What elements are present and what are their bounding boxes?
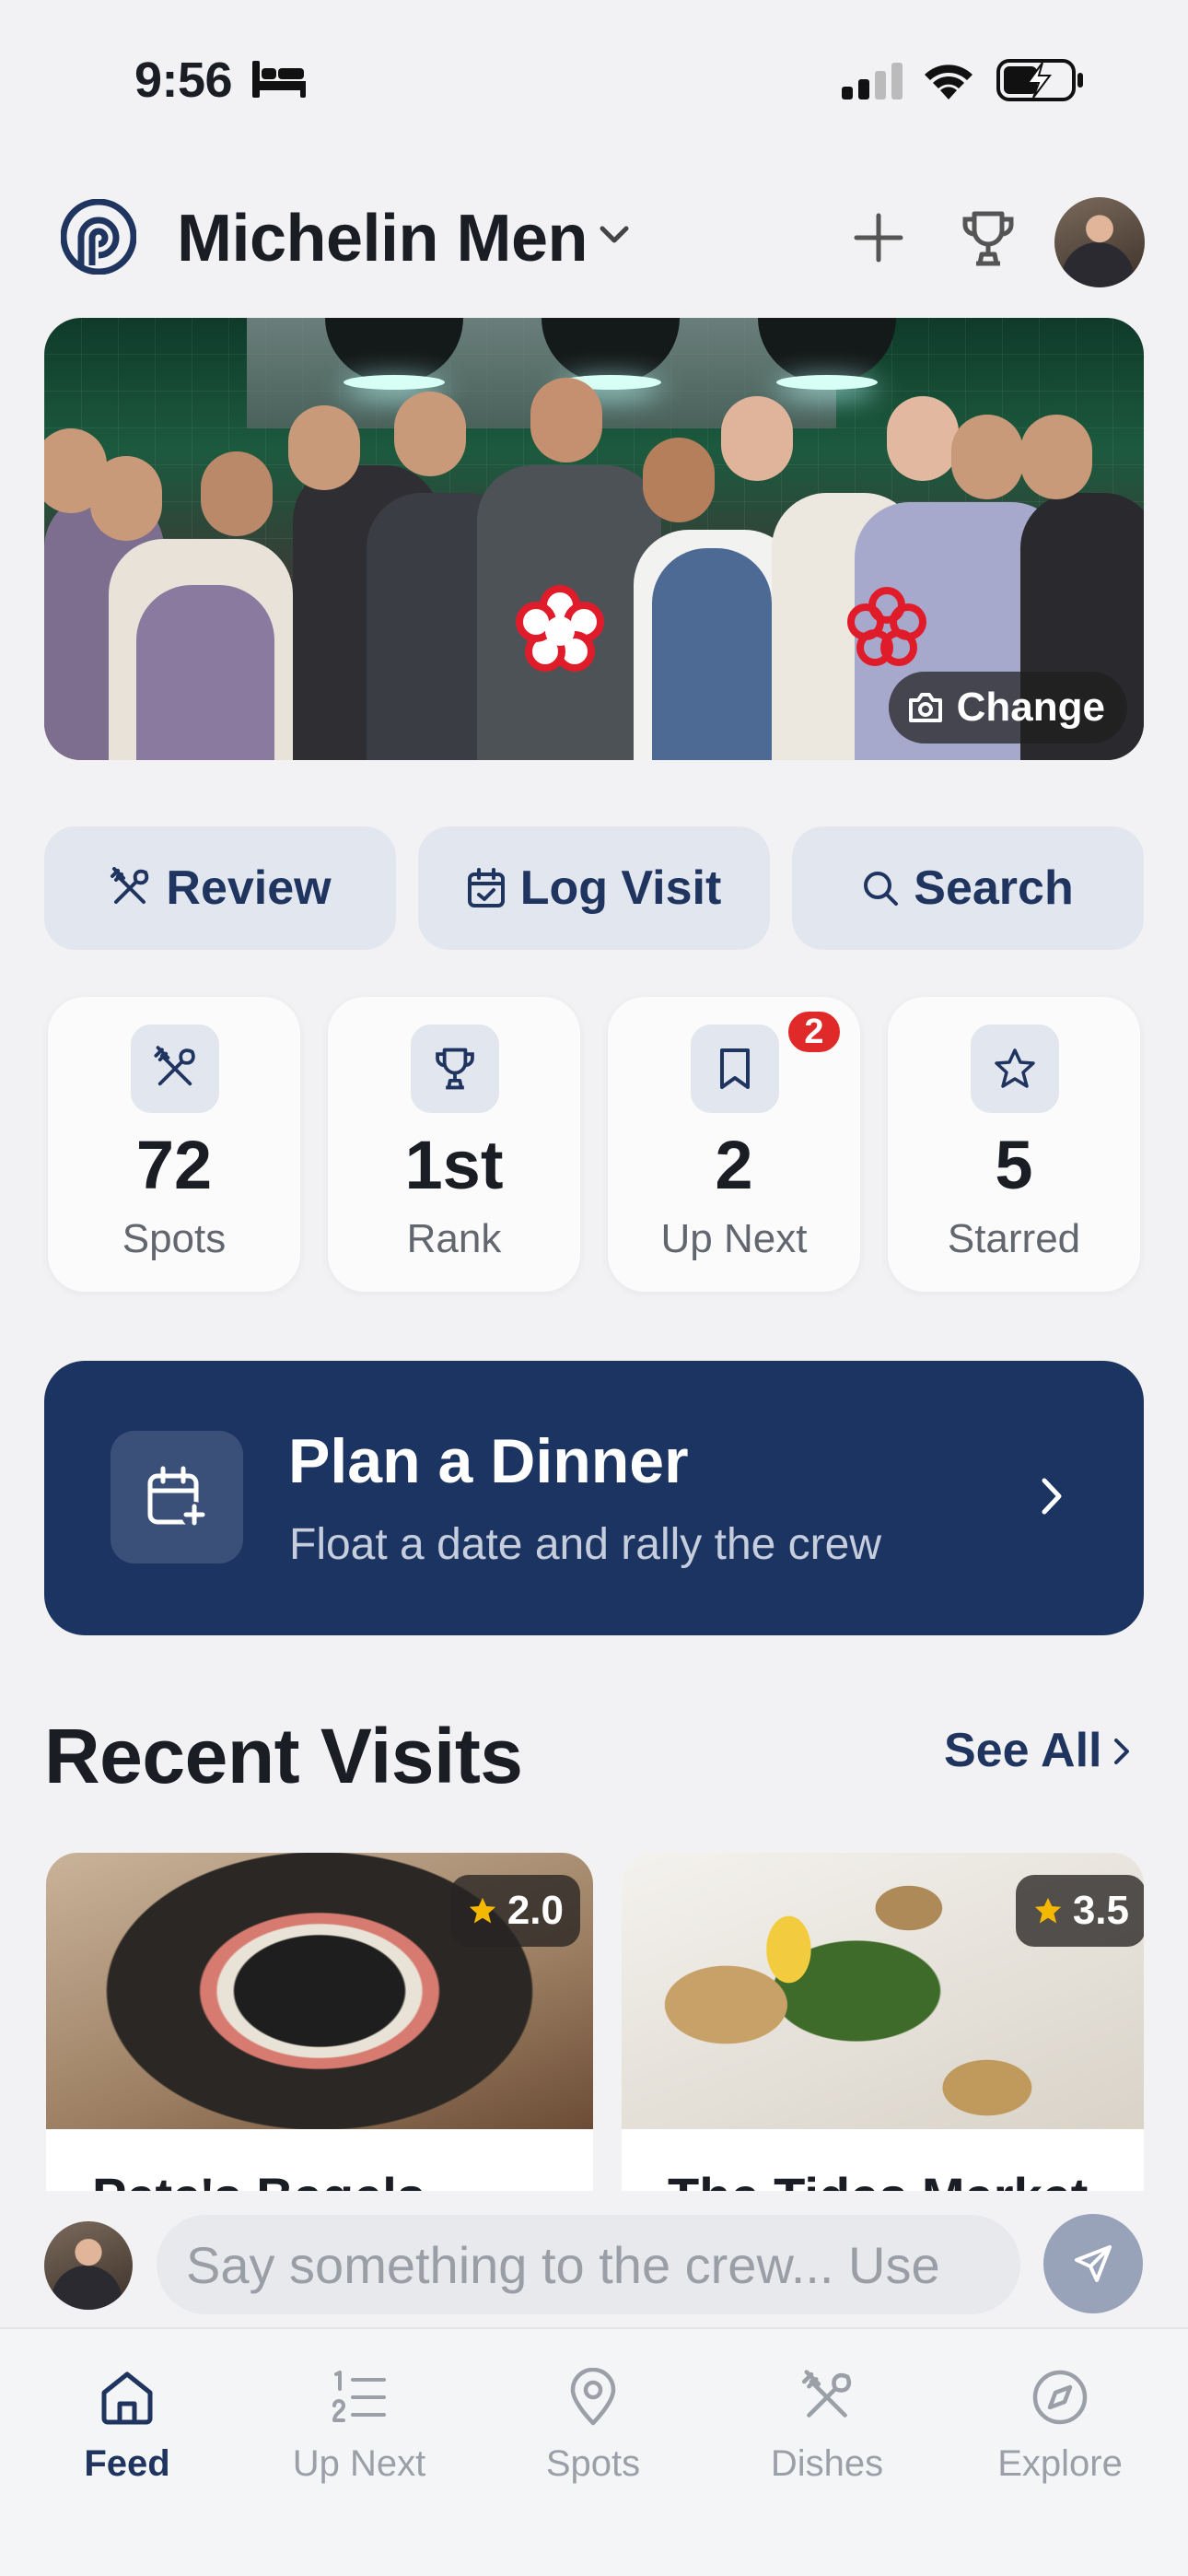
stat-value: 1st [404, 1127, 504, 1203]
group-cover-photo: Change [44, 318, 1144, 760]
star-icon [469, 1897, 495, 1924]
visit-card[interactable]: 2.0 Pete's Bagels [46, 1853, 593, 2203]
map-pin-icon [570, 2368, 616, 2426]
search-button[interactable]: Search [792, 826, 1144, 950]
tab-feed[interactable]: Feed [35, 2360, 219, 2485]
trophy-icon [436, 1048, 474, 1090]
change-label: Change [956, 685, 1105, 730]
michelin-star-plaque-icon [847, 587, 926, 666]
tab-label: Feed [84, 2443, 170, 2484]
chevron-right-icon[interactable] [1112, 1737, 1131, 1766]
visit-card[interactable]: 3.5 The Tides Market [622, 1853, 1144, 2203]
wifi-icon [925, 64, 973, 100]
bed-icon [252, 61, 306, 98]
calendar-plus-icon [147, 1466, 207, 1528]
bookmark-icon [720, 1048, 750, 1089]
trophy-icon[interactable] [958, 208, 1019, 269]
notification-badge: 2 [785, 1008, 844, 1056]
stat-starred[interactable]: 5 Starred [888, 997, 1140, 1292]
utensils-icon [801, 2370, 852, 2418]
send-icon [1075, 2245, 1112, 2282]
tab-explore[interactable]: Explore [968, 2360, 1152, 2485]
tab-label: Explore [997, 2443, 1123, 2484]
plan-title: Plan a Dinner [288, 1426, 689, 1496]
battery-charging-icon [996, 59, 1083, 101]
log-visit-button[interactable]: Log Visit [418, 826, 770, 950]
stat-label: Up Next [660, 1216, 808, 1261]
plan-subtitle: Float a date and rally the crew [289, 1520, 882, 1569]
log-visit-label: Log Visit [519, 861, 722, 915]
stat-value: 72 [135, 1127, 213, 1203]
cellular-signal-icon [842, 63, 903, 100]
avatar [44, 2221, 133, 2310]
recent-visits-title: Recent Visits [44, 1713, 523, 1799]
compass-icon [1032, 2370, 1088, 2425]
michelin-star-plaque-icon [516, 585, 604, 672]
search-label: Search [914, 861, 1074, 915]
stat-value: 5 [995, 1127, 1033, 1203]
tab-bar: Feed Up Next Spots Dishes Explore [0, 2327, 1188, 2576]
rating-value: 2.0 [507, 1888, 564, 1933]
tab-dishes[interactable]: Dishes [735, 2360, 919, 2485]
rating-badge: 3.5 [1015, 1875, 1144, 1947]
camera-icon [908, 693, 942, 722]
profile-avatar[interactable] [1054, 197, 1145, 287]
stat-spots[interactable]: 72 Spots [48, 997, 300, 1292]
utensils-icon [111, 867, 149, 904]
app-logo-icon [61, 199, 136, 275]
stat-up-next[interactable]: 2 2 Up Next [608, 997, 860, 1292]
calendar-check-icon [467, 868, 505, 907]
stat-label: Spots [122, 1216, 227, 1261]
chevron-right-icon [1042, 1478, 1062, 1515]
rating-value: 3.5 [1072, 1888, 1129, 1933]
status-time: 9:56 [134, 53, 233, 108]
star-icon [995, 1048, 1035, 1088]
tab-label: Dishes [770, 2443, 884, 2484]
review-button[interactable]: Review [44, 826, 396, 950]
tab-label: Up Next [292, 2443, 426, 2484]
see-all-link[interactable]: See All [944, 1723, 1102, 1778]
numbered-list-icon [332, 2371, 386, 2422]
rating-badge: 2.0 [449, 1875, 580, 1947]
chevron-down-icon[interactable] [599, 225, 630, 245]
send-button[interactable] [1043, 2214, 1143, 2313]
stat-label: Starred [947, 1216, 1081, 1261]
tab-label: Spots [545, 2443, 641, 2484]
star-icon [1034, 1897, 1061, 1924]
add-icon[interactable] [851, 210, 906, 265]
search-icon [864, 872, 899, 906]
review-label: Review [166, 861, 332, 915]
stat-rank[interactable]: 1st Rank [328, 997, 580, 1292]
utensils-icon [154, 1046, 195, 1086]
plan-dinner-card[interactable]: Plan a Dinner Float a date and rally the… [44, 1361, 1144, 1635]
home-icon [101, 2371, 153, 2425]
change-cover-button[interactable]: Change [888, 672, 1127, 744]
stat-label: Rank [406, 1216, 502, 1261]
tab-up-next[interactable]: Up Next [267, 2360, 451, 2485]
tab-spots[interactable]: Spots [501, 2360, 685, 2485]
group-name[interactable]: Michelin Men [177, 201, 588, 276]
message-input[interactable] [157, 2215, 1020, 2314]
stat-value: 2 [715, 1127, 753, 1203]
